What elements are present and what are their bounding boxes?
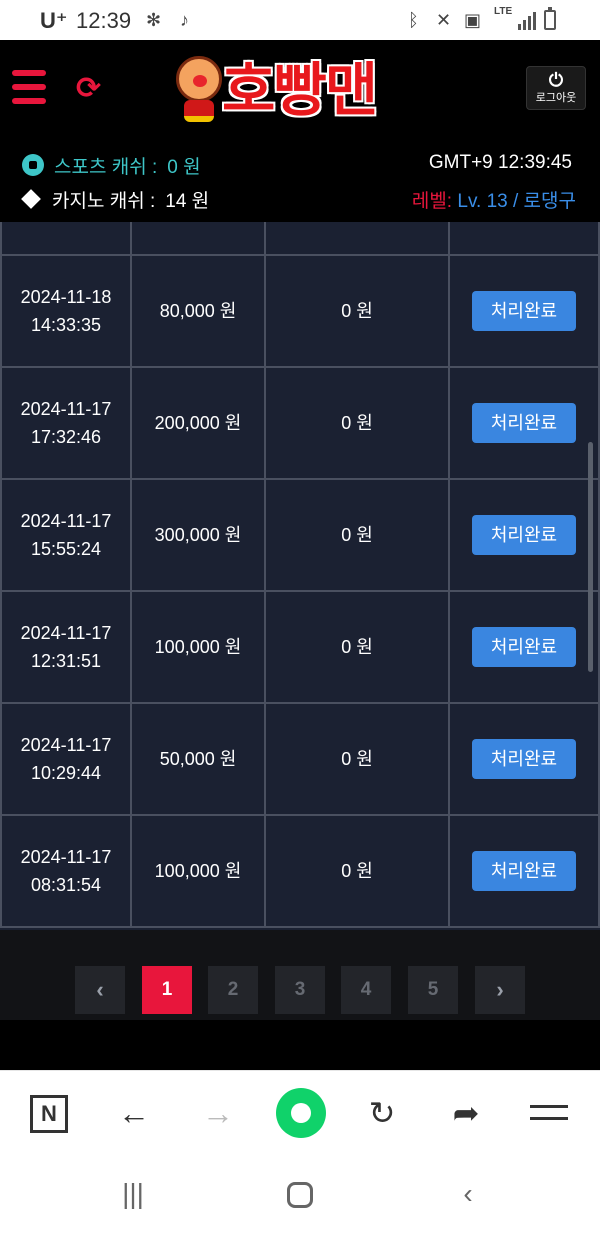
- date-cell: 2024-11-17 08:31:54: [0, 816, 132, 926]
- sports-cash: 스포츠 캐쉬 : 0 원: [22, 152, 201, 179]
- pagination: ‹ 1 2 3 4 5 ›: [0, 930, 600, 1020]
- page-button-3[interactable]: 3: [275, 966, 325, 1014]
- scrollbar[interactable]: [588, 442, 593, 672]
- page-button-2[interactable]: 2: [208, 966, 258, 1014]
- refresh-icon[interactable]: ⟳: [76, 74, 106, 104]
- hamburger-menu-icon[interactable]: [12, 70, 46, 104]
- site-logo[interactable]: 호빵맨: [176, 52, 426, 128]
- recent-apps-icon[interactable]: |||: [113, 1176, 153, 1212]
- mascot-icon: [176, 56, 222, 102]
- table-row: 2024-11-17 08:31:54 100,000 원 0 원 처리완료: [0, 816, 600, 928]
- table-row: 2024-11-17 17:32:46 200,000 원 0 원 처리완료: [0, 368, 600, 480]
- transaction-table: 2024-11-18 14:33:35 80,000 원 0 원 처리완료 202…: [0, 222, 600, 930]
- server-clock: GMT+9 12:39:45: [428, 152, 572, 173]
- status-button[interactable]: 처리완료: [472, 291, 576, 331]
- casino-cash: 카지노 캐쉬 : 14 원: [21, 186, 210, 213]
- green-home-icon[interactable]: [276, 1088, 326, 1138]
- table-row: 2024-11-17 12:31:51 100,000 원 0 원 처리완료: [0, 592, 600, 704]
- bonus-cell: 0 원: [266, 704, 450, 814]
- date-cell: 2024-11-18 14:33:35: [0, 256, 132, 366]
- user-level: 레벨: Lv. 13 / 로댕구: [412, 186, 576, 213]
- level-value: Lv. 13 / 로댕구: [457, 191, 576, 212]
- bonus-cell: 0 원: [266, 592, 450, 702]
- bonus-cell: 0 원: [266, 368, 450, 478]
- table-row: 2024-11-17 15:55:24 300,000 원 0 원 처리완료: [0, 480, 600, 592]
- status-cell: 처리완료: [450, 480, 600, 590]
- status-cell: 처리완료: [450, 256, 600, 366]
- soccer-ball-icon: [22, 154, 44, 176]
- account-info-bar: 스포츠 캐쉬 :0 원 카지노 캐쉬 :14 원 GMT+9 12:39:45 …: [0, 140, 600, 222]
- status-cell: 처리완료: [450, 704, 600, 814]
- power-icon: ⏻: [548, 70, 564, 90]
- lock-icon: ▣: [464, 10, 482, 30]
- page-footer: [0, 1020, 600, 1070]
- lte-indicator: LTE: [494, 6, 513, 17]
- share-icon[interactable]: ➦: [444, 1091, 488, 1135]
- date-cell: 2024-11-17 17:32:46: [0, 368, 132, 478]
- amount-cell: 200,000 원: [132, 368, 266, 478]
- status-button[interactable]: 처리완료: [472, 851, 576, 891]
- status-cell: 처리완료: [450, 592, 600, 702]
- diamond-icon: [21, 189, 41, 209]
- amount-cell: 100,000 원: [132, 592, 266, 702]
- back-arrow-icon[interactable]: ←: [112, 1091, 156, 1135]
- amount-cell: 50,000 원: [132, 704, 266, 814]
- reload-icon[interactable]: ↻: [360, 1091, 404, 1135]
- page-button-5[interactable]: 5: [408, 966, 458, 1014]
- logout-button[interactable]: ⏻ 로그아웃: [526, 66, 586, 110]
- prev-page-button[interactable]: ‹: [75, 966, 125, 1014]
- home-icon[interactable]: [287, 1182, 313, 1208]
- battery-icon: [544, 7, 556, 30]
- status-time: 12:39: [76, 8, 132, 33]
- page-button-1[interactable]: 1: [142, 966, 192, 1014]
- status-button[interactable]: 처리완료: [472, 515, 576, 555]
- level-label: 레벨:: [411, 191, 453, 212]
- back-icon[interactable]: ‹: [448, 1176, 488, 1212]
- table-row: 2024-11-18 14:33:35 80,000 원 0 원 처리완료: [0, 256, 600, 368]
- bonus-cell: 0 원: [266, 256, 450, 366]
- status-button[interactable]: 처리완료: [472, 627, 576, 667]
- date-cell: 2024-11-17 10:29:44: [0, 704, 132, 814]
- carrier-label: U⁺: [40, 8, 68, 33]
- music-note-icon: ♪: [180, 10, 189, 30]
- table-row: [0, 222, 600, 256]
- casino-cash-value: 14 원: [165, 191, 210, 212]
- logo-text: 호빵맨: [222, 56, 378, 124]
- app-header: ⟳ 호빵맨 ⏻ 로그아웃: [0, 40, 600, 140]
- forward-arrow-icon[interactable]: →: [196, 1091, 240, 1135]
- page-button-4[interactable]: 4: [341, 966, 391, 1014]
- next-page-button[interactable]: ›: [475, 966, 525, 1014]
- logout-label: 로그아웃: [535, 92, 577, 104]
- date-cell: 2024-11-17 12:31:51: [0, 592, 132, 702]
- signal-icon: [518, 12, 538, 30]
- amount-cell: 100,000 원: [132, 816, 266, 926]
- amount-cell: 80,000 원: [132, 256, 266, 366]
- browser-toolbar: N ← → ↻ ➦: [0, 1070, 600, 1156]
- mute-icon: ✕: [436, 10, 452, 30]
- sports-cash-value: 0 원: [167, 157, 201, 178]
- bluetooth-icon: ᛒ: [408, 10, 419, 30]
- status-button[interactable]: 처리완료: [472, 739, 576, 779]
- amount-cell: 300,000 원: [132, 480, 266, 590]
- casino-cash-label: 카지노 캐쉬 :: [52, 191, 156, 212]
- status-cell: 처리완료: [450, 816, 600, 926]
- bonus-cell: 0 원: [266, 480, 450, 590]
- status-bar: U⁺ 12:39 ✻ ♪ ᛒ ✕ ▣ LTE: [0, 0, 600, 40]
- status-button[interactable]: 처리완료: [472, 403, 576, 443]
- system-nav-bar: ||| ‹: [0, 1156, 600, 1233]
- table-row: 2024-11-17 10:29:44 50,000 원 0 원 처리완료: [0, 704, 600, 816]
- naver-n-icon[interactable]: N: [30, 1095, 68, 1133]
- bonus-cell: 0 원: [266, 816, 450, 926]
- sports-cash-label: 스포츠 캐쉬 :: [54, 157, 158, 178]
- date-cell: 2024-11-17 15:55:24: [0, 480, 132, 590]
- menu-icon[interactable]: [530, 1103, 568, 1123]
- fan-icon: ✻: [146, 10, 162, 30]
- status-cell: 처리완료: [450, 368, 600, 478]
